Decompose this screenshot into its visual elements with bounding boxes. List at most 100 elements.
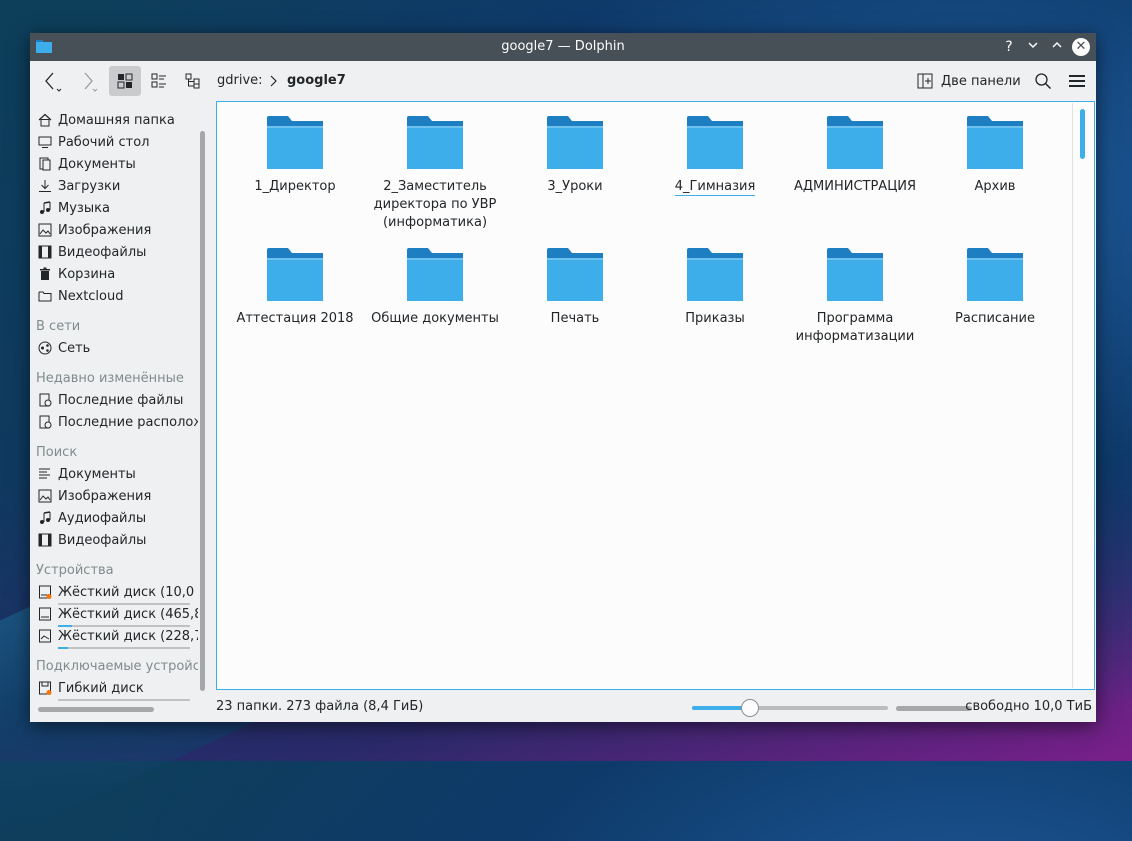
sidebar-item-music[interactable]: Музыка	[38, 197, 110, 219]
folder-item[interactable]: 3_Уроки	[505, 116, 645, 196]
sidebar-item-search-pictures[interactable]: Изображения	[38, 485, 151, 507]
sidebar-item-search-audio[interactable]: Аудиофайлы	[38, 507, 146, 529]
arrow-right-icon	[84, 72, 98, 92]
folder-item[interactable]: Приказы	[645, 248, 785, 328]
split-view-button[interactable]: Две панели	[917, 69, 1021, 93]
breadcrumb-current[interactable]: google7	[287, 73, 346, 88]
free-space-bar	[896, 706, 972, 711]
folder-item[interactable]: Аттестация 2018	[225, 248, 365, 328]
sidebar-item-documents[interactable]: Документы	[38, 153, 136, 175]
music-icon	[38, 511, 52, 525]
device-3-usage-bar	[58, 647, 190, 649]
folder-item[interactable]: 4_Гимназия	[645, 116, 785, 196]
compact-view-button[interactable]	[143, 66, 175, 96]
sidebar-item-label: Видеофайлы	[58, 244, 147, 260]
status-summary: 23 папки. 273 файла (8,4 ГиБ)	[216, 699, 424, 714]
search-icon	[1035, 73, 1052, 90]
sidebar-item-search-documents[interactable]: Документы	[38, 463, 136, 485]
sidebar-item-label: Сеть	[58, 340, 91, 356]
sidebar-item-desktop[interactable]: Рабочий стол	[38, 131, 149, 153]
sidebar-item-device-1[interactable]: Жёсткий диск (10,0 М	[38, 581, 198, 603]
folder-view[interactable]: 1_Директор 2_Заместитель директора по УВР…	[216, 101, 1095, 690]
minimize-icon[interactable]	[1024, 38, 1042, 56]
sidebar-item-videos[interactable]: Видеофайлы	[38, 241, 146, 263]
folder-label: Приказы	[685, 311, 745, 326]
free-space-label: свободно 10,0 ТиБ	[965, 699, 1092, 714]
tree-view-icon	[185, 73, 200, 89]
sidebar-item-pictures[interactable]: Изображения	[38, 219, 151, 241]
sidebar-item-device-3[interactable]: Жёсткий диск (228,7 Г	[38, 625, 198, 647]
folder-icon	[267, 116, 323, 169]
sidebar-item-downloads[interactable]: Загрузки	[38, 175, 120, 197]
device-2-usage-bar	[58, 625, 190, 627]
sidebar-item-label: Документы	[58, 156, 136, 172]
search-button[interactable]	[1027, 66, 1059, 96]
icons-view-button[interactable]	[109, 66, 141, 96]
sidebar-item-floppy[interactable]: Гибкий диск	[38, 677, 144, 699]
help-icon[interactable]: ?	[1000, 38, 1018, 56]
menu-button[interactable]	[1061, 66, 1093, 96]
back-button[interactable]	[36, 66, 68, 96]
forward-button[interactable]	[70, 66, 102, 96]
sidebar-item-label: Последние файлы	[58, 392, 184, 408]
maximize-icon[interactable]	[1048, 38, 1066, 56]
close-icon[interactable]: ✕	[1072, 38, 1090, 56]
zoom-slider[interactable]	[692, 699, 888, 717]
sidebar-item-label: Видеофайлы	[58, 532, 147, 548]
scrollbar-thumb[interactable]	[1080, 109, 1085, 159]
places-panel: Домашняя папка Рабочий стол Документы За…	[30, 101, 198, 721]
sidebar-item-label: Гибкий диск	[58, 680, 144, 696]
sidebar-item-network[interactable]: Сеть	[38, 337, 90, 359]
downloads-icon	[38, 179, 52, 193]
folder-label: 4_Гимназия	[674, 179, 756, 196]
videos-icon	[38, 533, 52, 547]
dolphin-window: google7 — Dolphin ? ✕ gdrive: google7 Дв…	[30, 33, 1096, 722]
hamburger-menu-icon	[1069, 75, 1085, 87]
sidebar-item-trash[interactable]: Корзина	[38, 263, 115, 285]
harddisk-icon	[38, 585, 52, 599]
sidebar-item-recent-locations[interactable]: Последние располож	[38, 411, 198, 433]
device-1-usage-bar	[58, 603, 190, 605]
sidebar-heading-recent: Недавно изменённые	[36, 371, 184, 386]
sidebar-item-recent-files[interactable]: Последние файлы	[38, 389, 183, 411]
folder-label: 2_Заместитель директора по УВР (информат…	[373, 179, 497, 230]
folder-label: 1_Директор	[254, 179, 336, 194]
sidebar-item-label: Жёсткий диск (10,0 М	[58, 584, 198, 600]
sidebar-item-label: Жёсткий диск (465,8 Г	[58, 606, 198, 622]
sidebar-item-home[interactable]: Домашняя папка	[38, 109, 175, 131]
sidebar-item-label: Домашняя папка	[58, 112, 175, 128]
folder-item[interactable]: Расписание	[925, 248, 1065, 328]
window-title: google7 — Dolphin	[501, 39, 625, 54]
recent-files-icon	[38, 393, 52, 407]
folder-item[interactable]: АДМИНИСТРАЦИЯ	[785, 116, 925, 196]
sidebar-item-label: Документы	[58, 466, 136, 482]
view-vertical-scrollbar[interactable]	[1072, 103, 1093, 688]
folder-item[interactable]: 2_Заместитель директора по УВР (информат…	[365, 116, 505, 232]
sidebar-item-search-videos[interactable]: Видеофайлы	[38, 529, 146, 551]
folder-item[interactable]: Печать	[505, 248, 645, 328]
trash-icon	[38, 267, 52, 281]
breadcrumb-root[interactable]: gdrive:	[217, 73, 263, 88]
folder-item[interactable]: Общие документы	[365, 248, 505, 328]
main-toolbar: gdrive: google7 Две панели	[30, 61, 1096, 101]
folder-icon	[547, 248, 603, 301]
folder-item[interactable]: 1_Директор	[225, 116, 365, 196]
grid-view-icon	[117, 73, 133, 89]
sidebar-horizontal-scrollbar[interactable]	[38, 707, 154, 712]
sidebar-item-label: Последние располож	[58, 414, 198, 430]
sidebar-item-label: Рабочий стол	[58, 134, 150, 150]
zoom-slider-handle[interactable]	[741, 699, 759, 717]
details-view-button[interactable]	[177, 66, 209, 96]
folder-icon	[687, 116, 743, 169]
sidebar-item-nextcloud[interactable]: Nextcloud	[38, 285, 124, 307]
chevron-right-icon	[270, 75, 277, 87]
pictures-icon	[38, 223, 52, 237]
sidebar-item-device-2[interactable]: Жёсткий диск (465,8 Г	[38, 603, 198, 625]
folder-icon	[827, 116, 883, 169]
folder-item[interactable]: Архив	[925, 116, 1065, 196]
home-icon	[38, 113, 52, 127]
sidebar-item-label: Музыка	[58, 200, 110, 216]
sidebar-vertical-scrollbar[interactable]	[200, 131, 205, 691]
sidebar-item-label: Жёсткий диск (228,7 Г	[58, 628, 198, 644]
folder-item[interactable]: Программа информатизации	[785, 248, 925, 346]
